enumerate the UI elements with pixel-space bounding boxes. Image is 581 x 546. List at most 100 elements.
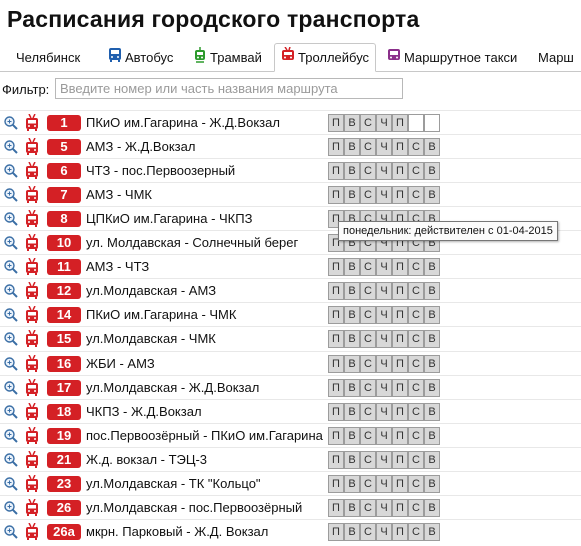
zoom-icon[interactable] xyxy=(3,428,19,444)
schedule-day-button[interactable]: П xyxy=(392,402,408,421)
schedule-day-button[interactable]: В xyxy=(344,498,360,517)
schedule-day-button[interactable]: П xyxy=(328,354,344,373)
schedule-day-button[interactable]: С xyxy=(360,426,376,445)
schedule-day-button[interactable]: Ч xyxy=(376,498,392,517)
schedule-day-button[interactable]: П xyxy=(328,186,344,205)
zoom-icon[interactable] xyxy=(3,452,19,468)
schedule-day-button[interactable]: С xyxy=(360,522,376,541)
schedule-day-button[interactable]: Ч xyxy=(376,306,392,325)
tab-city[interactable]: Челябинск xyxy=(16,44,80,71)
tab-minibus[interactable]: Маршрутное такси xyxy=(387,44,517,71)
route-number-badge[interactable]: 26 xyxy=(47,499,81,516)
schedule-day-button[interactable]: С xyxy=(408,402,424,421)
tab-more[interactable]: Марш xyxy=(538,44,574,71)
schedule-day-button[interactable]: В xyxy=(424,354,440,373)
schedule-day-button[interactable]: П xyxy=(392,498,408,517)
schedule-day-button[interactable]: П xyxy=(328,138,344,157)
schedule-day-button[interactable]: Ч xyxy=(376,258,392,277)
schedule-day-button[interactable]: Ч xyxy=(376,522,392,541)
schedule-day-button[interactable]: С xyxy=(408,426,424,445)
schedule-day-button[interactable]: С xyxy=(360,282,376,301)
zoom-icon[interactable] xyxy=(3,380,19,396)
schedule-day-button[interactable]: С xyxy=(360,402,376,421)
schedule-day-button[interactable]: С xyxy=(408,354,424,373)
schedule-day-button[interactable]: П xyxy=(328,474,344,493)
schedule-day-button[interactable]: П xyxy=(328,282,344,301)
schedule-day-button[interactable]: С xyxy=(408,258,424,277)
schedule-day-button[interactable]: В xyxy=(344,426,360,445)
schedule-day-button[interactable]: П xyxy=(328,306,344,325)
schedule-day-button[interactable]: С xyxy=(408,138,424,157)
schedule-day-button[interactable]: Ч xyxy=(376,450,392,469)
schedule-day-button[interactable]: В xyxy=(424,330,440,349)
schedule-day-button[interactable]: В xyxy=(424,378,440,397)
schedule-day-button[interactable]: С xyxy=(360,498,376,517)
schedule-day-button[interactable]: С xyxy=(360,306,376,325)
tab-tram[interactable]: Трамвай xyxy=(193,44,262,71)
route-number-badge[interactable]: 7 xyxy=(47,187,81,204)
route-name[interactable]: ПКиО им.Гагарина - ЧМК xyxy=(86,307,236,323)
schedule-day-button[interactable]: С xyxy=(408,306,424,325)
route-number-badge[interactable]: 18 xyxy=(47,403,81,420)
route-name[interactable]: ул.Молдавская - АМЗ xyxy=(86,283,216,299)
zoom-icon[interactable] xyxy=(3,139,19,155)
route-number-badge[interactable]: 6 xyxy=(47,163,81,180)
schedule-day-button[interactable]: Ч xyxy=(376,186,392,205)
route-number-badge[interactable]: 21 xyxy=(47,451,81,468)
schedule-day-button[interactable]: В xyxy=(424,258,440,277)
route-name[interactable]: ПКиО им.Гагарина - Ж.Д.Вокзал xyxy=(86,115,280,131)
schedule-day-button[interactable]: П xyxy=(328,330,344,349)
route-name[interactable]: АМЗ - Ж.Д.Вокзал xyxy=(86,139,195,155)
schedule-day-button[interactable]: В xyxy=(424,474,440,493)
schedule-day-button[interactable]: П xyxy=(328,258,344,277)
schedule-day-button[interactable]: П xyxy=(392,162,408,181)
schedule-day-button[interactable]: П xyxy=(392,450,408,469)
schedule-day-button[interactable]: С xyxy=(408,498,424,517)
schedule-day-button[interactable]: П xyxy=(328,162,344,181)
schedule-day-button[interactable]: В xyxy=(344,378,360,397)
schedule-day-button[interactable]: В xyxy=(344,162,360,181)
route-name[interactable]: мкрн. Парковый - Ж.Д. Вокзал xyxy=(86,524,268,540)
schedule-day-button[interactable]: Ч xyxy=(376,378,392,397)
zoom-icon[interactable] xyxy=(3,524,19,540)
zoom-icon[interactable] xyxy=(3,283,19,299)
schedule-day-button[interactable]: П xyxy=(392,282,408,301)
schedule-day-button[interactable]: В xyxy=(344,306,360,325)
schedule-day-button[interactable]: П xyxy=(392,474,408,493)
schedule-day-button[interactable]: Ч xyxy=(376,282,392,301)
schedule-day-button[interactable]: П xyxy=(392,258,408,277)
schedule-day-button[interactable]: С xyxy=(360,354,376,373)
schedule-day-button[interactable]: П xyxy=(328,498,344,517)
schedule-day-button[interactable]: В xyxy=(424,426,440,445)
route-number-badge[interactable]: 8 xyxy=(47,211,81,228)
route-name[interactable]: ул.Молдавская - ЧМК xyxy=(86,331,216,347)
schedule-day-button[interactable]: Ч xyxy=(376,426,392,445)
schedule-day-button[interactable]: П xyxy=(392,378,408,397)
zoom-icon[interactable] xyxy=(3,115,19,131)
schedule-day-button[interactable]: В xyxy=(424,138,440,157)
schedule-day-button[interactable]: В xyxy=(344,114,360,132)
schedule-day-button[interactable]: П xyxy=(328,402,344,421)
schedule-day-button[interactable]: П xyxy=(392,522,408,541)
route-name[interactable]: пос.Первоозёрный - ПКиО им.Гагарина xyxy=(86,428,323,444)
schedule-day-button[interactable]: П xyxy=(392,138,408,157)
route-number-badge[interactable]: 12 xyxy=(47,283,81,300)
schedule-day-button[interactable]: П xyxy=(328,522,344,541)
schedule-day-button[interactable]: В xyxy=(424,450,440,469)
route-number-badge[interactable]: 15 xyxy=(47,331,81,348)
zoom-icon[interactable] xyxy=(3,163,19,179)
route-name[interactable]: АМЗ - ЧМК xyxy=(86,187,152,203)
schedule-day-button[interactable]: С xyxy=(360,258,376,277)
schedule-day-button[interactable]: Ч xyxy=(376,138,392,157)
schedule-day-button[interactable]: В xyxy=(344,402,360,421)
schedule-day-button[interactable]: С xyxy=(408,474,424,493)
zoom-icon[interactable] xyxy=(3,259,19,275)
schedule-day-button[interactable]: Ч xyxy=(376,162,392,181)
schedule-day-button[interactable]: Ч xyxy=(376,354,392,373)
route-name[interactable]: ул. Молдавская - Солнечный берег xyxy=(86,235,298,251)
schedule-day-button[interactable]: С xyxy=(408,522,424,541)
route-name[interactable]: ЧКПЗ - Ж.Д.Вокзал xyxy=(86,404,202,420)
schedule-day-button[interactable]: П xyxy=(392,114,408,132)
schedule-day-button[interactable]: В xyxy=(424,402,440,421)
schedule-day-button[interactable]: В xyxy=(424,282,440,301)
